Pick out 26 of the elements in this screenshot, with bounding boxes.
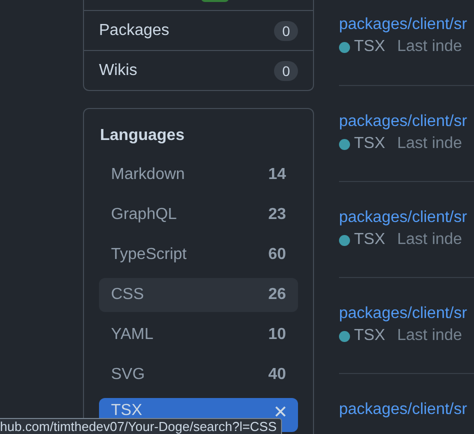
close-icon[interactable] bbox=[275, 406, 286, 417]
count-badge: 0 bbox=[274, 20, 298, 40]
index-info: Last inde bbox=[397, 327, 462, 345]
file-path-link[interactable]: packages/client/sr bbox=[339, 305, 468, 323]
filter-item[interactable]: Wikis bbox=[99, 62, 138, 80]
status-url-tooltip: hub.com/timthedev07/Your-Doge/search?l=CSS bbox=[0, 418, 282, 434]
file-path-link[interactable]: packages/client/sr bbox=[339, 401, 468, 419]
file-path-link[interactable]: packages/client/sr bbox=[339, 113, 468, 131]
file-path-link[interactable]: packages/client/sr bbox=[339, 209, 468, 227]
language-item[interactable]: YAML 10 bbox=[99, 318, 298, 352]
language-item[interactable]: Markdown 14 bbox=[99, 158, 298, 192]
section-title: Languages bbox=[100, 127, 186, 145]
language-item[interactable]: GraphQL 23 bbox=[99, 198, 298, 232]
language-item[interactable]: CSS 26 bbox=[99, 278, 298, 312]
language-label: TSX bbox=[354, 327, 386, 345]
index-info: Last inde bbox=[397, 38, 462, 56]
index-info: Last inde bbox=[397, 135, 462, 153]
language-label: TSX bbox=[354, 231, 386, 249]
file-path-link[interactable]: packages/client/sr bbox=[339, 16, 468, 34]
index-info: Last inde bbox=[397, 231, 462, 249]
language-item[interactable]: TypeScript 60 bbox=[99, 238, 298, 272]
count-badge: 0 bbox=[274, 60, 298, 80]
language-item[interactable]: SVG 40 bbox=[99, 358, 298, 392]
language-label: TSX bbox=[354, 38, 386, 56]
language-label: TSX bbox=[354, 135, 386, 153]
filter-item[interactable]: Packages bbox=[99, 22, 170, 40]
